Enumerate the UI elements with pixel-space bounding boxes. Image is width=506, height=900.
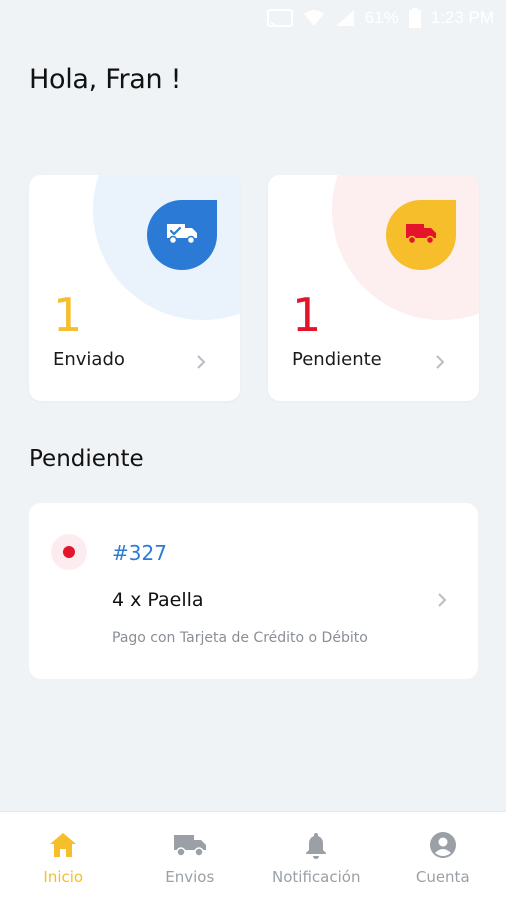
nav-item-inicio[interactable]: Inicio: [0, 812, 127, 900]
truck-icon: [172, 830, 208, 860]
card-badge: [147, 200, 217, 270]
order-items: 4 x Paella: [112, 589, 204, 611]
home-icon: [49, 830, 77, 860]
bottom-navigation: Inicio Envios Notificación Cuenta: [0, 811, 506, 900]
greeting-title: Hola, Fran !: [29, 64, 182, 95]
clock: 1:23 PM: [430, 8, 494, 27]
status-bar: 61% 1:23 PM: [0, 0, 506, 36]
bell-icon: [304, 830, 328, 860]
summary-card-enviado[interactable]: 1 Enviado: [29, 175, 240, 401]
nav-label: Envios: [165, 868, 215, 886]
summary-card-pendiente[interactable]: 1 Pendiente: [268, 175, 479, 401]
card-count: 1: [53, 288, 83, 342]
card-count: 1: [292, 288, 322, 342]
nav-label: Notificación: [272, 868, 361, 886]
order-payment-method: Pago con Tarjeta de Crédito o Débito: [112, 630, 368, 646]
order-card[interactable]: #327 4 x Paella Pago con Tarjeta de Créd…: [29, 503, 478, 679]
battery-percent: 61%: [364, 8, 399, 27]
order-status-indicator: [51, 534, 87, 570]
wifi-icon: [303, 9, 325, 27]
nav-item-envios[interactable]: Envios: [127, 812, 254, 900]
chevron-right-icon: [436, 591, 448, 609]
chevron-right-icon: [434, 353, 446, 371]
card-label: Pendiente: [292, 349, 382, 370]
signal-icon: [335, 9, 355, 27]
section-title-pendiente: Pendiente: [29, 446, 144, 472]
nav-item-notificacion[interactable]: Notificación: [253, 812, 380, 900]
chevron-right-icon: [195, 353, 207, 371]
cast-icon: [266, 9, 293, 27]
order-id: #327: [112, 541, 167, 565]
nav-label: Cuenta: [415, 868, 470, 886]
card-badge: [386, 200, 456, 270]
truck-icon: [404, 220, 438, 250]
nav-label: Inicio: [43, 868, 84, 886]
account-icon: [429, 830, 457, 860]
status-dot: [63, 546, 75, 558]
truck-check-icon: [165, 220, 199, 250]
nav-item-cuenta[interactable]: Cuenta: [380, 812, 506, 900]
card-label: Enviado: [53, 349, 125, 370]
battery-icon: [408, 8, 421, 28]
